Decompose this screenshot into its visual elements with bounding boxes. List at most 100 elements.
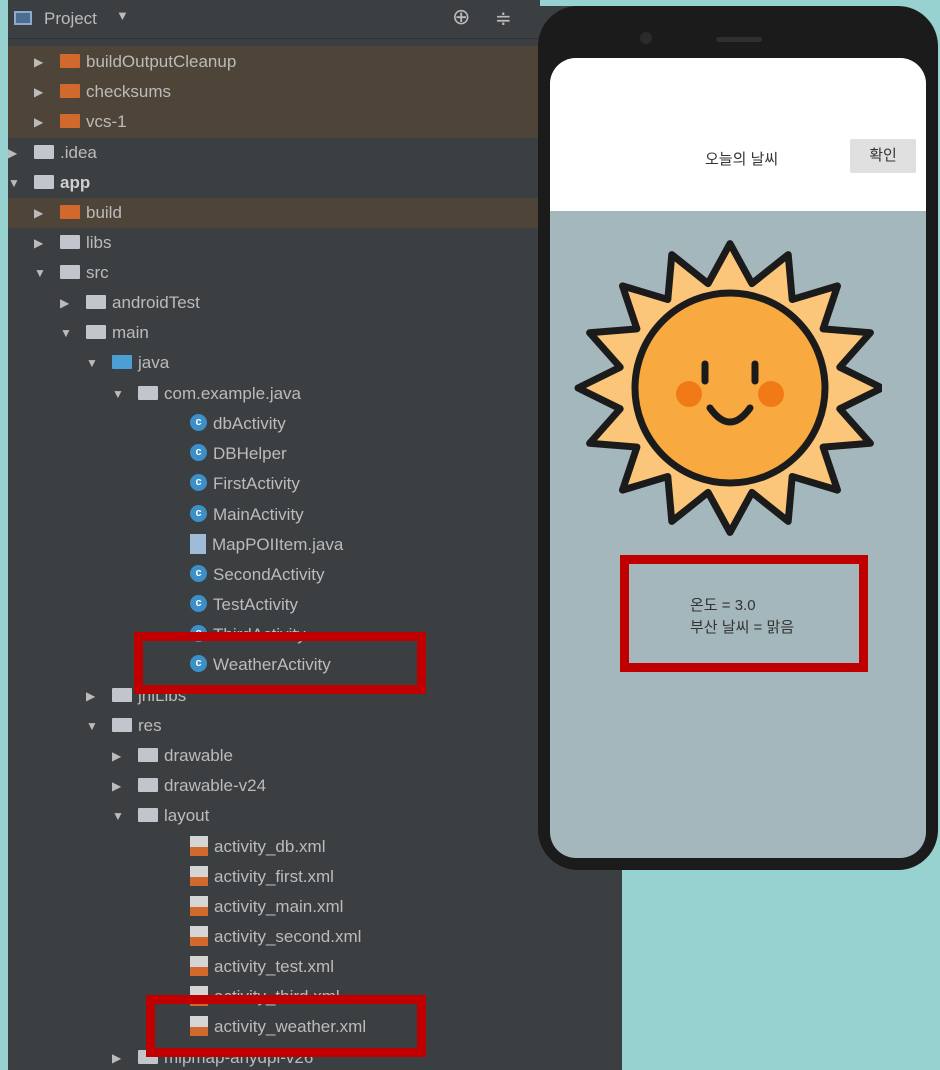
tree-item[interactable]: ▶ drawable: [112, 741, 233, 771]
tree-item[interactable]: ▼ layout: [112, 801, 209, 831]
expand-arrow-right-icon[interactable]: ▶: [60, 288, 86, 318]
expand-arrow-down-icon[interactable]: ▼: [112, 801, 138, 831]
tree-item-label: libs: [86, 233, 112, 252]
expand-arrow-right-icon[interactable]: ▶: [112, 741, 138, 771]
expand-arrow-down-icon[interactable]: ▼: [86, 711, 112, 741]
tree-item[interactable]: ▶ libs: [34, 228, 112, 258]
tree-item-label: activity_second.xml: [214, 927, 362, 946]
tree-item[interactable]: ▶ drawable-v24: [112, 771, 266, 801]
tree-item-label: layout: [164, 806, 210, 825]
tree-item[interactable]: ▼ res: [86, 711, 162, 741]
folder-icon: [34, 174, 54, 189]
tree-item[interactable]: activity_test.xml: [164, 952, 334, 982]
expand-arrow-right-icon[interactable]: ▶: [86, 681, 112, 711]
confirm-button[interactable]: 확인: [850, 139, 916, 173]
phone-screen: 오늘의 날씨 확인 온도 = 3.0 부산 날씨 = 맑음: [550, 58, 926, 858]
tree-item[interactable]: activity_main.xml: [164, 892, 343, 922]
folder-icon: [86, 324, 106, 339]
project-panel: Project ▼ ⊕ ≑ ▶ buildOutputCleanup ▶ checks…: [8, 0, 622, 1070]
tree-item-label: TestActivity: [213, 595, 299, 614]
folder-icon: [112, 687, 132, 702]
speaker-grille: [716, 37, 762, 42]
sun-face: [631, 289, 829, 487]
folder-icon: [138, 807, 158, 822]
expand-arrow-right-icon[interactable]: ▶: [34, 228, 60, 258]
expand-arrow-right-icon[interactable]: ▶: [34, 47, 60, 77]
expand-arrow-right-icon[interactable]: ▶: [34, 198, 60, 228]
tree-item-label: build: [86, 203, 122, 222]
tree-item[interactable]: ▶ .idea: [8, 138, 97, 168]
weather-layout-highlight-box: [146, 995, 426, 1057]
tree-item[interactable]: c FirstActivity: [164, 469, 300, 499]
expand-arrow-down-icon[interactable]: ▼: [86, 348, 112, 378]
tree-item[interactable]: c MainActivity: [164, 500, 304, 530]
tree-item-label: java: [138, 353, 170, 372]
tree-item-label: activity_first.xml: [214, 867, 334, 886]
tree-item[interactable]: MapPOIItem.java: [164, 530, 343, 560]
folder-icon: [138, 747, 158, 762]
tree-item-label: activity_test.xml: [214, 957, 334, 976]
tree-item[interactable]: c DBHelper: [164, 439, 287, 469]
tree-item-label: .idea: [60, 143, 97, 162]
chevron-down-icon[interactable]: ▼: [116, 8, 129, 23]
tree-item[interactable]: ▶ vcs-1: [34, 107, 127, 137]
tree-item[interactable]: c dbActivity: [164, 409, 286, 439]
tree-item[interactable]: ▶ build: [34, 198, 122, 228]
tree-item-label: drawable: [164, 746, 233, 765]
xml-file-icon: [190, 955, 208, 976]
xml-file-icon: [190, 925, 208, 946]
tree-item[interactable]: activity_first.xml: [164, 862, 334, 892]
tree-item-label: vcs-1: [86, 112, 127, 131]
xml-file-icon: [190, 835, 208, 856]
folder-icon: [112, 354, 132, 369]
project-view-icon: [14, 11, 32, 25]
expand-arrow-right-icon[interactable]: ▶: [34, 107, 60, 137]
tree-item-label: activity_main.xml: [214, 897, 344, 916]
tree-item[interactable]: ▶ checksums: [34, 77, 171, 107]
tree-item[interactable]: ▶ buildOutputCleanup: [34, 47, 236, 77]
app-header: 오늘의 날씨 확인: [550, 58, 926, 211]
right-cheek: [758, 381, 784, 407]
tree-item[interactable]: ▶ androidTest: [60, 288, 200, 318]
project-view-title[interactable]: Project: [44, 9, 97, 29]
collapse-all-icon[interactable]: ≑: [495, 6, 512, 31]
java-file-icon: [190, 533, 206, 554]
class-icon: c: [190, 414, 207, 432]
tree-item-label: drawable-v24: [164, 776, 267, 795]
tree-item[interactable]: activity_second.xml: [164, 922, 361, 952]
tree-item[interactable]: ▼ java: [86, 348, 169, 378]
tree-item-label: MapPOIItem.java: [212, 535, 344, 554]
tree-item-label: app: [60, 173, 91, 192]
expand-arrow-right-icon[interactable]: ▶: [112, 771, 138, 801]
tree-item[interactable]: c TestActivity: [164, 590, 298, 620]
tree-item-label: FirstActivity: [213, 474, 300, 493]
expand-arrow-right-icon[interactable]: ▶: [8, 138, 34, 168]
expand-arrow-down-icon[interactable]: ▼: [34, 258, 60, 288]
expand-arrow-down-icon[interactable]: ▼: [60, 318, 86, 348]
folder-icon: [60, 113, 80, 128]
tree-item[interactable]: ▼ com.example.java: [112, 379, 301, 409]
expand-arrow-right-icon[interactable]: ▶: [112, 1043, 138, 1070]
folder-icon: [138, 777, 158, 792]
tree-item-label: main: [112, 323, 149, 342]
expand-arrow-down-icon[interactable]: ▼: [8, 168, 34, 198]
tree-item[interactable]: ▼ app: [8, 168, 90, 198]
folder-icon: [60, 234, 80, 249]
weather-info-highlight-box: [620, 555, 868, 672]
tree-item-label: MainActivity: [213, 505, 304, 524]
locate-icon[interactable]: ⊕: [452, 4, 470, 30]
tree-item-label: src: [86, 263, 109, 282]
tree-item-label: dbActivity: [213, 414, 286, 433]
tree-item[interactable]: ▼ src: [34, 258, 109, 288]
package-icon: [138, 385, 158, 400]
sun-smiling-icon: [574, 240, 882, 536]
tree-item[interactable]: ▼ main: [60, 318, 149, 348]
expand-arrow-right-icon[interactable]: ▶: [34, 77, 60, 107]
weather-activity-highlight-box: [134, 632, 426, 694]
class-icon: c: [190, 444, 207, 462]
tree-item-label: buildOutputCleanup: [86, 52, 237, 71]
expand-arrow-down-icon[interactable]: ▼: [112, 379, 138, 409]
tree-item[interactable]: activity_db.xml: [164, 832, 325, 862]
tree-item-label: res: [138, 716, 162, 735]
tree-item[interactable]: c SecondActivity: [164, 560, 325, 590]
